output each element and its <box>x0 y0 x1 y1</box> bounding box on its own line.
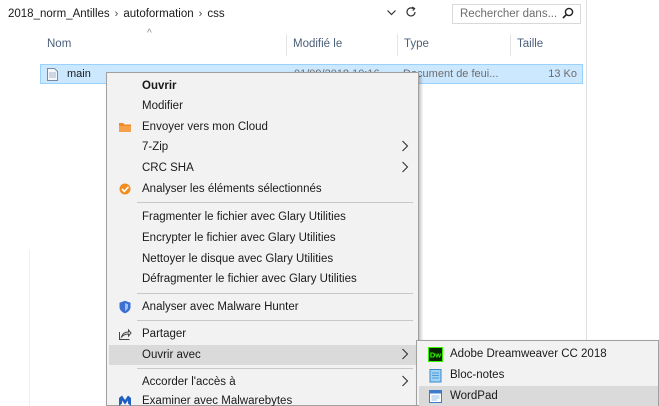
menu-separator <box>137 293 413 294</box>
breadcrumb-item-css[interactable]: css <box>203 8 228 20</box>
column-header-type[interactable]: Type <box>404 38 429 50</box>
submenu-item-wordpad[interactable]: WordPad <box>419 386 658 406</box>
menu-item-send-cloud[interactable]: Envoyer vers mon Cloud <box>109 117 416 137</box>
share-icon <box>119 328 132 340</box>
address-bar[interactable]: 2018_norm_Antilles › autoformation › css <box>0 0 587 28</box>
column-divider[interactable] <box>286 34 287 56</box>
file-size: 13 Ko <box>548 68 577 80</box>
menu-item-glary-clean[interactable]: Nettoyer le disque avec Glary Utilities <box>109 249 416 269</box>
menu-item-7zip[interactable]: 7-Zip <box>109 137 416 157</box>
submenu-item-dreamweaver[interactable]: Dw Adobe Dreamweaver CC 2018 <box>419 344 658 365</box>
context-menu: Ouvrir Modifier Envoyer vers mon Cloud 7… <box>106 72 419 406</box>
menu-item-analyze-selected[interactable]: Analyser les éléments sélectionnés <box>109 179 416 199</box>
menu-separator <box>137 202 413 203</box>
menu-item-grant-access[interactable]: Accorder l'accès à <box>109 372 416 392</box>
column-divider[interactable] <box>510 34 511 56</box>
menu-item-glary-defrag[interactable]: Défragmenter le fichier avec Glary Utili… <box>109 269 416 289</box>
breadcrumb-item-folder[interactable]: 2018_norm_Antilles <box>4 8 114 20</box>
navigation-pane-edge <box>0 250 30 406</box>
chevron-right-icon <box>402 140 409 152</box>
chevron-right-icon <box>402 375 409 387</box>
search-box[interactable] <box>452 4 581 24</box>
stylesheet-file-icon <box>47 68 58 81</box>
shield-icon <box>119 300 131 314</box>
sort-up-icon: ^ <box>147 28 152 39</box>
menu-item-open-with[interactable]: Ouvrir avec <box>109 345 416 365</box>
chevron-down-icon[interactable] <box>384 8 398 19</box>
breadcrumb: 2018_norm_Antilles › autoformation › css <box>0 0 229 28</box>
open-with-submenu: Dw Adobe Dreamweaver CC 2018 Bloc-notes … <box>416 340 659 406</box>
chevron-right-icon <box>402 348 409 360</box>
dreamweaver-icon: Dw <box>428 347 443 362</box>
menu-item-glary-fragment[interactable]: Fragmenter le fichier avec Glary Utiliti… <box>109 207 416 227</box>
column-divider[interactable] <box>397 34 398 56</box>
column-header-modified[interactable]: Modifié le <box>293 38 342 50</box>
wordpad-icon <box>429 390 442 403</box>
menu-item-malwarebytes[interactable]: Examiner avec Malwarebytes <box>109 391 416 406</box>
notepad-icon <box>429 369 442 383</box>
file-name: main <box>67 68 91 80</box>
breadcrumb-item-autoformation[interactable]: autoformation <box>119 8 197 20</box>
menu-item-share[interactable]: Partager <box>109 324 416 344</box>
column-header-size[interactable]: Taille <box>517 38 543 50</box>
refresh-icon[interactable] <box>404 6 418 21</box>
menu-item-open[interactable]: Ouvrir <box>109 76 416 96</box>
chevron-right-icon <box>402 161 409 173</box>
menu-separator <box>137 320 413 321</box>
column-header-row: ^ Nom Modifié le Type Taille <box>0 28 587 56</box>
menu-separator <box>137 368 413 369</box>
column-header-name[interactable]: Nom <box>47 38 71 50</box>
glary-scan-icon <box>119 183 131 195</box>
address-tools <box>384 6 418 21</box>
submenu-item-notepad[interactable]: Bloc-notes <box>419 365 658 386</box>
menu-item-crc-sha[interactable]: CRC SHA <box>109 158 416 178</box>
cloud-folder-icon <box>119 123 131 132</box>
search-icon[interactable] <box>562 7 574 19</box>
menu-item-glary-encrypt[interactable]: Encrypter le fichier avec Glary Utilitie… <box>109 228 416 248</box>
dreamweaver-badge-text: Dw <box>430 351 441 360</box>
search-input[interactable] <box>460 8 560 20</box>
menu-item-malware-hunter[interactable]: Analyser avec Malware Hunter <box>109 297 416 317</box>
menu-item-edit[interactable]: Modifier <box>109 96 416 116</box>
malwarebytes-icon <box>119 395 131 406</box>
